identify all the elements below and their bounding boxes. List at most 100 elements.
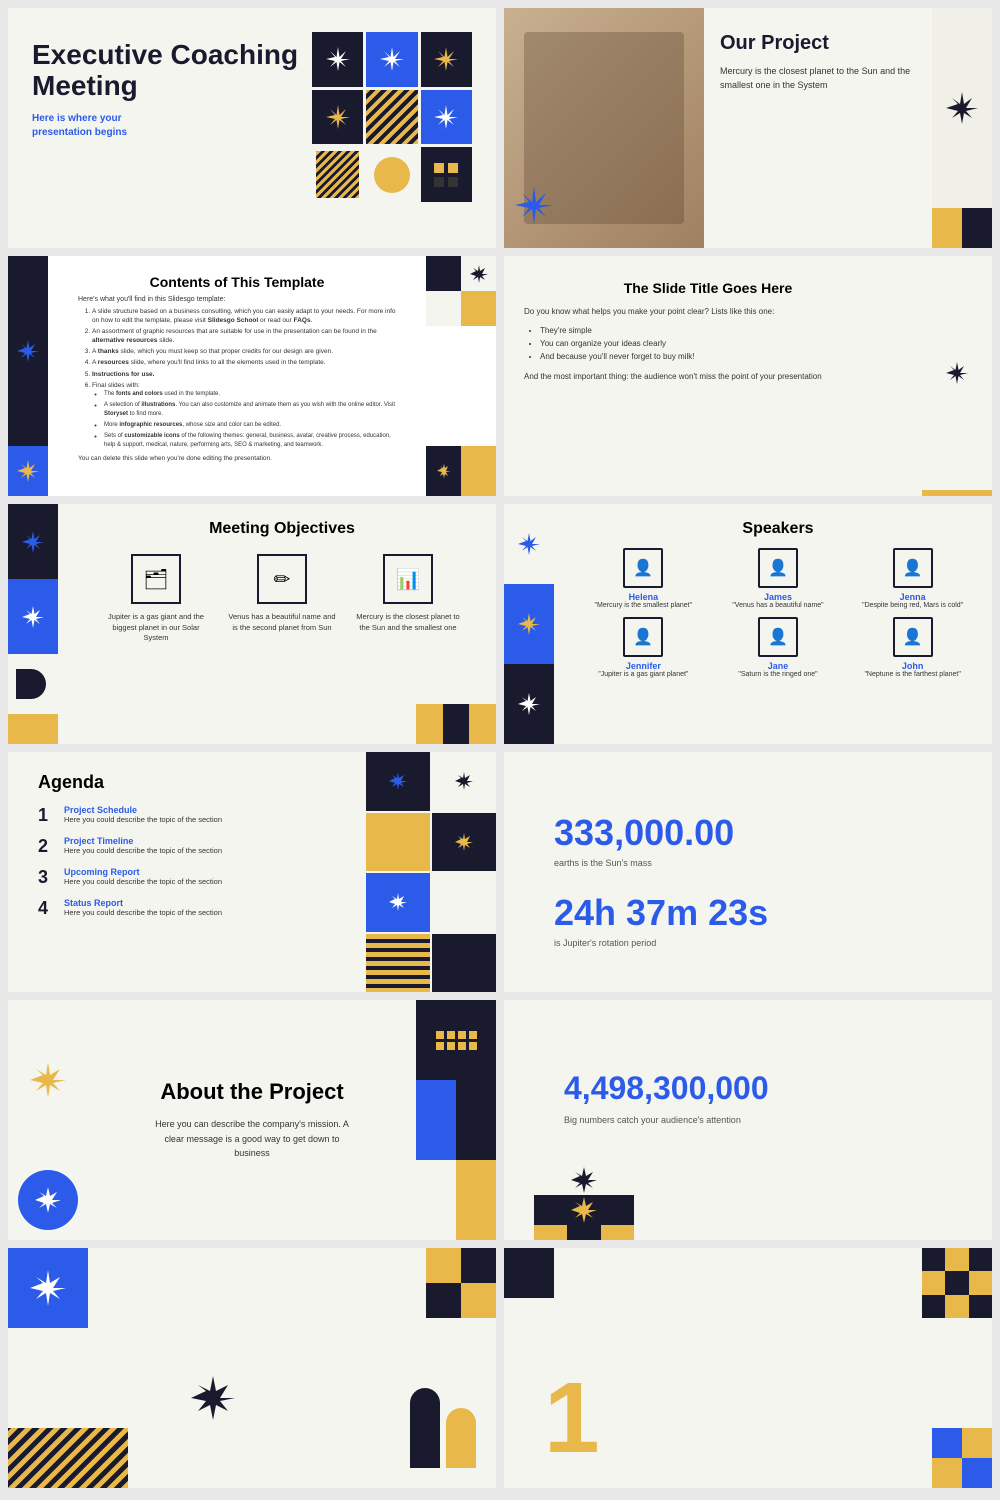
deco-cell [421,32,472,87]
deco-top-left [8,1248,88,1328]
slide-2-photo [504,8,704,248]
slide-1-subtitle: Here is where your presentation begins [32,112,312,140]
slide-about-project: About the Project Here you can describe … [8,1000,496,1240]
speaker-card-2: 👤 James "Venus has a beautiful name" [715,548,842,609]
slide-2-title: Our Project [720,32,916,55]
deco-cell [421,147,472,202]
slide-10-label: Big numbers catch your audience's attent… [564,1115,932,1125]
speaker-card-6: 👤 John "Neptune is the farthest planet" [849,617,976,678]
deco-bottom-right [932,1428,992,1488]
starburst-icon [569,1165,599,1195]
starburst-icon [517,532,541,556]
slide-4-content: The Slide Title Goes Here Do you know wh… [524,280,972,383]
slide-1-title-area: Executive Coaching Meeting Here is where… [32,32,312,140]
slide-8-label2: is Jupiter's rotation period [554,938,942,948]
objective-text-2: Venus has a beautiful name and is the se… [227,612,337,633]
deco-cell [312,32,363,87]
deco-cell-stripe [366,934,430,993]
agenda-item-3: 3 Upcoming Report Here you could describ… [38,867,346,888]
slide-8-label1: earths is the Sun's mass [554,858,942,868]
agenda-item-desc-4: Here you could describe the topic of the… [64,908,222,919]
deco-bottom-left [8,1428,128,1488]
deco-right [922,256,992,496]
slide-3-intro: Here's what you'll find in this Slidesgo… [78,296,396,303]
agenda-item-title-2: Project Timeline [64,836,222,846]
starburst-icon [454,771,474,791]
starburst-icon [388,892,408,912]
starburst-icon [469,264,489,284]
slide-speakers: Speakers 👤 Helena "Mercury is the smalle… [504,504,992,744]
starburst-icon [512,183,556,232]
agenda-item-text: Project Schedule Here you could describe… [64,805,222,826]
starburst-icon [28,1060,68,1100]
slide-4-conclusion: And the most important thing: the audien… [524,371,892,383]
slide-10-stat: 4,498,300,000 [564,1070,932,1107]
deco-bottom-right [416,704,496,744]
speaker-icon: 👤 [623,548,663,588]
agenda-num: 3 [38,867,54,888]
starburst-icon [569,1195,599,1225]
agenda-item-text: Status Report Here you could describe th… [64,898,222,919]
slide-4-intro: Do you know what helps you make your poi… [524,306,892,318]
deco-bottom-right [410,1388,476,1468]
starburst-icon [388,771,408,791]
agenda-item-4: 4 Status Report Here you could describe … [38,898,346,919]
deco-top-right [922,1248,992,1318]
slide-9-deco-right [416,1000,496,1240]
speaker-quote-1: "Mercury is the smallest planet" [580,602,707,609]
objective-card-2: ✏ Venus has a beautiful name and is the … [227,554,337,644]
speaker-card-5: 👤 Jane "Saturn is the ringed one" [715,617,842,678]
slide-3-list: A slide structure based on a business co… [78,307,396,449]
objective-icon: 🗂 [131,554,181,604]
agenda-content: Agenda 1 Project Schedule Here you could… [8,752,366,992]
agenda-num: 4 [38,898,54,919]
slide-2-content: Our Project Mercury is the closest plane… [704,8,932,248]
slide-3-footer: You can delete this slide when you're do… [78,455,396,462]
agenda-item-desc-2: Here you could describe the topic of the… [64,846,222,857]
speaker-name-3: Jenna [849,592,976,602]
slide-contents: Contents of This Template Here's what yo… [8,256,496,496]
agenda-item-text: Project Timeline Here you could describe… [64,836,222,857]
agenda-item-2: 2 Project Timeline Here you could descri… [38,836,346,857]
speaker-name-5: Jane [715,661,842,671]
agenda-num: 2 [38,836,54,857]
starburst-icon [16,459,40,483]
slide-9-title: About the Project [160,1079,343,1105]
objective-text-1: Jupiter is a gas giant and the biggest p… [101,612,211,644]
slide-1-deco [312,32,472,202]
bullet-item: You can organize your ideas clearly [540,339,892,348]
slide-2-deco-right [932,8,992,248]
deco-top-right [426,1248,496,1318]
speakers-grid: 👤 Helena "Mercury is the smallest planet… [580,548,976,678]
agenda-item-title-3: Upcoming Report [64,867,222,877]
speaker-quote-6: "Neptune is the farthest planet" [849,671,976,678]
slide-8-content: 333,000.00 earths is the Sun's mass 24h … [534,782,962,992]
bullet-item: They're simple [540,326,892,335]
deco-cell [421,90,472,145]
speaker-card-4: 👤 Jennifer "Jupiter is a gas giant plane… [580,617,707,678]
deco-cell [366,90,417,145]
objective-text-3: Mercury is the closest planet to the Sun… [353,612,463,633]
slide-9-deco-left [8,1000,88,1240]
slide-6-content: Speakers 👤 Helena "Mercury is the smalle… [520,520,976,678]
starburst-icon [454,832,474,852]
deco-top-left [504,1248,554,1298]
starburst-icon [16,339,40,363]
slide-8-stat1: 333,000.00 [554,812,942,854]
agenda-item-desc-3: Here you could describe the topic of the… [64,877,222,888]
slide-deco-1 [8,1248,496,1488]
speaker-name-2: James [715,592,842,602]
list-item: Instructions for use. [92,370,396,379]
bullet-item: And because you'll never forget to buy m… [540,352,892,361]
deco-squares [932,208,992,248]
agenda-item-title-1: Project Schedule [64,805,222,815]
slide-5-title: Meeting Objectives [209,520,355,538]
slide-9-content: About the Project Here you can describe … [88,1000,416,1240]
slide-meeting-objectives: Meeting Objectives 🗂 Jupiter is a gas gi… [8,504,496,744]
starburst-icon [944,90,980,126]
slide-executive-coaching: Executive Coaching Meeting Here is where… [8,8,496,248]
list-item: A slide structure based on a business co… [92,307,396,325]
starburst-icon [21,530,45,554]
starburst-icon [517,692,541,716]
slide-big-number: 4,498,300,000 Big numbers catch your aud… [504,1000,992,1240]
